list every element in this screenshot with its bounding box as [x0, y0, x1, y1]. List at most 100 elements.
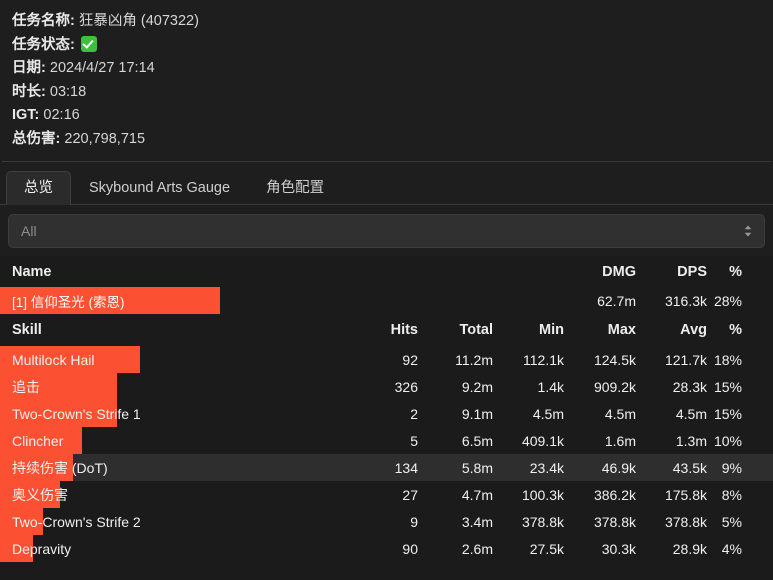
player-name: [1] 信仰圣光 (索恩): [12, 294, 125, 310]
player-header-name: Name: [12, 263, 52, 280]
player-dps: 316.3k: [664, 292, 707, 309]
tab-bar: 总览 Skybound Arts Gauge 角色配置: [0, 162, 773, 205]
player-header-dmg: DMG: [602, 263, 636, 280]
skill-header-pct: %: [729, 322, 742, 338]
skill-name: Depravity: [12, 540, 72, 557]
skill-name: 奥义伤害: [12, 486, 68, 503]
skill-hits: 92: [402, 351, 418, 368]
skill-name: Multilock Hail: [12, 351, 95, 368]
igt-row: IGT: 02:16: [12, 104, 761, 128]
skill-max: 4.5m: [604, 405, 636, 422]
date-label: 日期:: [12, 60, 46, 76]
skill-min: 378.8k: [521, 513, 564, 530]
player-filter-select[interactable]: All: [8, 214, 765, 248]
skill-row[interactable]: 持续伤害 (DoT) 134 5.8m 23.4k 46.9k 43.5k 9%: [0, 454, 773, 481]
skill-min: 100.3k: [521, 486, 564, 503]
filter-area: All: [0, 205, 773, 256]
skill-avg: 378.8k: [664, 513, 707, 530]
skill-hits: 90: [402, 540, 418, 557]
player-filter-value: All: [21, 223, 37, 239]
skill-hits: 9: [410, 513, 418, 530]
skill-hits: 134: [394, 459, 418, 476]
quest-status-row: 任务状态:: [12, 34, 761, 58]
player-dmg: 62.7m: [597, 292, 636, 309]
skill-max: 1.6m: [604, 432, 636, 449]
skill-avg: 4.5m: [675, 405, 707, 422]
skill-row[interactable]: Clincher 5 6.5m 409.1k 1.6m 1.3m 10%: [0, 427, 773, 454]
damage-meter-window: 任务名称: 狂暴凶角 (407322) 任务状态: 日期: 2024/4/27 …: [0, 0, 773, 580]
skill-header-min: Min: [539, 322, 564, 338]
quest-name-value: 狂暴凶角 (407322): [78, 13, 199, 29]
skill-row[interactable]: Two-Crown's Strife 2 9 3.4m 378.8k 378.8k 378…: [0, 508, 773, 535]
skill-name: 追击: [12, 378, 40, 395]
skill-row[interactable]: 追击 326 9.2m 1.4k 909.2k 28.3k 15%: [0, 373, 773, 400]
skill-header-name: Skill: [12, 322, 42, 338]
skill-max: 30.3k: [601, 540, 636, 557]
skill-min: 112.1k: [523, 351, 564, 368]
skill-avg: 28.9k: [672, 540, 707, 557]
skill-pct: 5%: [721, 513, 742, 530]
skill-hits: 27: [402, 486, 418, 503]
skill-row[interactable]: Depravity 90 2.6m 27.5k 30.3k 28.9k 4%: [0, 535, 773, 562]
quest-name-label: 任务名称:: [12, 13, 75, 29]
green-check-icon: [80, 35, 97, 52]
skill-hits: 5: [410, 432, 418, 449]
skill-row-list: Multilock Hail 92 11.2m 112.1k 124.5k 121.7k 1…: [0, 346, 773, 562]
igt-value: 02:16: [43, 107, 80, 123]
skill-max: 124.5k: [593, 351, 636, 368]
skill-min: 23.4k: [529, 459, 564, 476]
skill-max: 909.2k: [593, 378, 636, 395]
tab-1[interactable]: Skybound Arts Gauge: [71, 171, 248, 205]
skill-pct: 4%: [721, 540, 742, 557]
date-value: 2024/4/27 17:14: [49, 60, 155, 76]
skill-avg: 28.3k: [672, 378, 707, 395]
skill-row[interactable]: 奥义伤害 27 4.7m 100.3k 386.2k 175.8k 8%: [0, 481, 773, 508]
skill-pct: 15%: [713, 378, 742, 395]
duration-label: 时长:: [12, 83, 46, 100]
skill-avg: 43.5k: [672, 459, 707, 476]
duration-value: 03:18: [49, 83, 87, 100]
total-damage-value: 220,798,715: [64, 130, 146, 147]
skill-table-header: Skill Hits Total Min Max Avg %: [0, 314, 773, 346]
skill-total: 4.7m: [461, 486, 493, 503]
damage-table: Name DMG DPS % [1] 信仰圣光 (索恩) 62.7m 316.3k 2…: [0, 256, 773, 580]
duration-row: 时长: 03:18: [12, 81, 761, 105]
skill-min: 1.4k: [537, 378, 564, 395]
quest-meta-block: 任务名称: 狂暴凶角 (407322) 任务状态: 日期: 2024/4/27 …: [0, 0, 773, 157]
skill-name: Clincher: [12, 432, 64, 449]
skill-header-avg: Avg: [680, 322, 707, 338]
player-row[interactable]: [1] 信仰圣光 (索恩) 62.7m 316.3k 28%: [0, 287, 773, 314]
skill-pct: 15%: [713, 405, 742, 422]
total-damage-label: 总伤害:: [12, 130, 61, 147]
quest-name-row: 任务名称: 狂暴凶角 (407322): [12, 10, 761, 34]
igt-label: IGT:: [12, 107, 40, 123]
skill-pct: 10%: [713, 432, 742, 449]
tab-0[interactable]: 总览: [6, 171, 71, 205]
skill-total: 5.8m: [461, 459, 493, 476]
tab-2[interactable]: 角色配置: [248, 171, 342, 205]
skill-pct: 8%: [721, 486, 742, 503]
player-header-pct: %: [729, 263, 742, 280]
skill-max: 386.2k: [593, 486, 636, 503]
skill-header-hits: Hits: [390, 322, 418, 338]
skill-name: Two-Crown's Strife 1: [12, 405, 141, 422]
skill-pct: 18%: [713, 351, 742, 368]
skill-max: 46.9k: [601, 459, 636, 476]
skill-row[interactable]: Multilock Hail 92 11.2m 112.1k 124.5k 121.7k 1…: [0, 346, 773, 373]
skill-min: 409.1k: [521, 432, 564, 449]
chevron-updown-icon: [743, 224, 753, 238]
skill-hits: 2: [410, 405, 418, 422]
skill-avg: 175.8k: [664, 486, 707, 503]
skill-avg: 1.3m: [675, 432, 707, 449]
player-pct: 28%: [713, 292, 742, 309]
player-table-header: Name DMG DPS %: [0, 256, 773, 287]
skill-header-max: Max: [607, 322, 636, 338]
skill-hits: 326: [394, 378, 418, 395]
skill-total: 2.6m: [461, 540, 493, 557]
skill-pct: 9%: [721, 459, 742, 476]
skill-row[interactable]: Two-Crown's Strife 1 2 9.1m 4.5m 4.5m 4.5m 15%: [0, 400, 773, 427]
skill-name: Two-Crown's Strife 2: [12, 513, 141, 530]
skill-avg: 121.7k: [664, 351, 707, 368]
skill-name: 持续伤害 (DoT): [12, 459, 108, 476]
skill-header-total: Total: [459, 322, 493, 338]
